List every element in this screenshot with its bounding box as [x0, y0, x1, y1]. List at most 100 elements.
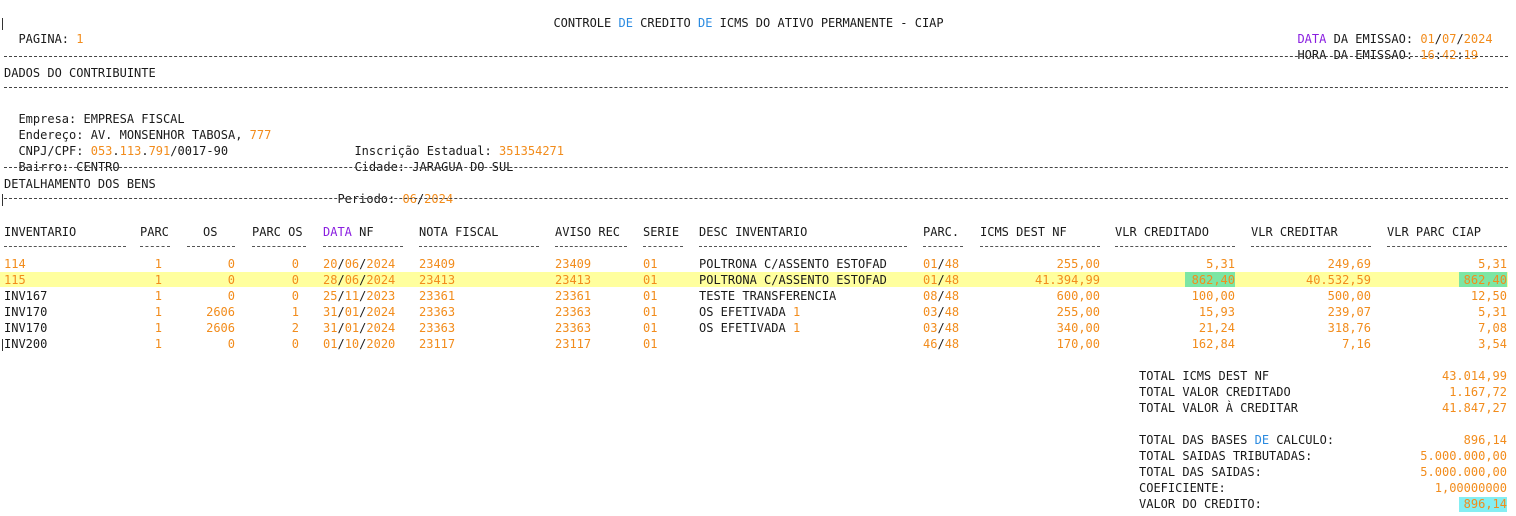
- cell-icms: 340,00: [1056, 321, 1100, 335]
- cell-creditar: 40.532,59: [1305, 273, 1371, 287]
- total-creditar-value: 41.847,27: [1441, 401, 1507, 415]
- total-creditado-label: TOTAL VALOR CREDITADO: [1139, 385, 1291, 399]
- cell-creditado: 21,24: [1198, 321, 1235, 335]
- col-header-nota-fiscal: NOTA FISCAL: [419, 225, 499, 239]
- cell-serie: 01: [643, 321, 658, 335]
- cell-inventario: 115: [4, 273, 26, 287]
- cell-parc-os: 0: [291, 273, 299, 287]
- cell-parc2: 08/48: [923, 289, 960, 303]
- col-header-parc2: PARC.: [923, 225, 960, 239]
- cell-serie: 01: [643, 273, 658, 287]
- cell-serie: 01: [643, 305, 658, 319]
- report-title: CONTROLE DE CREDITO DE ICMS DO ATIVO PER…: [553, 16, 944, 30]
- divider: [4, 167, 1508, 168]
- header-underline: [1387, 246, 1507, 247]
- header-underline: [252, 246, 306, 247]
- coef-value: 1,00000000: [1434, 481, 1507, 495]
- col-header-parc-os: PARC OS: [252, 225, 303, 239]
- cell-os: 0: [227, 273, 235, 287]
- col-header-creditado: VLR CREDITADO: [1115, 225, 1209, 239]
- divider: [4, 87, 1508, 88]
- saidas-value: 5.000.000,00: [1420, 465, 1507, 479]
- cell-creditar: 7,16: [1342, 337, 1371, 351]
- section-title-contributor: DADOS DO CONTRIBUINTE: [4, 66, 156, 80]
- cell-creditado: 862,40: [1191, 273, 1235, 287]
- cell-desc: OS EFETIVADA 1: [699, 321, 801, 335]
- cell-icms: 255,00: [1056, 257, 1100, 271]
- cell-serie: 01: [643, 289, 658, 303]
- cell-aviso-rec: 23117: [555, 337, 592, 351]
- divider: [4, 198, 1508, 199]
- bases-value: 896,14: [1463, 433, 1507, 447]
- cell-parc-os: 2: [291, 321, 299, 335]
- cell-inventario: INV170: [4, 321, 48, 335]
- cell-parc2: 01/48: [923, 273, 960, 287]
- cell-parc-os: 1: [291, 305, 299, 319]
- header-underline: [980, 246, 1100, 247]
- cell-creditar: 239,07: [1327, 305, 1371, 319]
- col-header-serie: SERIE: [643, 225, 680, 239]
- cell-aviso-rec: 23409: [555, 257, 592, 271]
- header-underline: [1115, 246, 1235, 247]
- page-indicator: PAGINA: 1: [18, 32, 84, 46]
- cell-data-nf: 01/10/2020: [323, 337, 396, 351]
- total-creditado-value: 1.167,72: [1449, 385, 1507, 399]
- cell-data-nf: 28/06/2024: [323, 273, 396, 287]
- cell-nota-fiscal: 23363: [419, 321, 456, 335]
- col-header-creditar: VLR CREDITAR: [1251, 225, 1338, 239]
- cell-parc2: 03/48: [923, 321, 960, 335]
- emission-time: HORA DA EMISSAO: 16:42:19: [1297, 48, 1479, 62]
- cell-icms: 600,00: [1056, 289, 1100, 303]
- cell-creditado: 15,93: [1198, 305, 1235, 319]
- text-cursor: [2, 339, 3, 351]
- header-underline: [699, 246, 907, 247]
- saidas-trib-value: 5.000.000,00: [1420, 449, 1507, 463]
- cell-aviso-rec: 23363: [555, 321, 592, 335]
- cell-nota-fiscal: 23409: [419, 257, 456, 271]
- header-underline: [419, 246, 539, 247]
- cell-parc-os: 0: [291, 257, 299, 271]
- header-underline: [4, 246, 126, 247]
- cell-aviso-rec: 23413: [555, 273, 592, 287]
- cell-nota-fiscal: 23413: [419, 273, 456, 287]
- cell-inventario: 114: [4, 257, 26, 271]
- cell-data-nf: 25/11/2023: [323, 289, 396, 303]
- cell-parc-ciap: 12,50: [1470, 289, 1507, 303]
- cell-serie: 01: [643, 257, 658, 271]
- header-underline: [323, 246, 403, 247]
- coef-label: COEFICIENTE:: [1139, 481, 1226, 495]
- cell-inventario: INV170: [4, 305, 48, 319]
- header-underline: [923, 246, 963, 247]
- cell-parc-os: 0: [291, 289, 299, 303]
- cell-nota-fiscal: 23363: [419, 305, 456, 319]
- col-header-inventario: INVENTARIO: [4, 225, 77, 239]
- cell-os: 2606: [206, 321, 235, 335]
- cell-os: 0: [227, 337, 235, 351]
- cell-parc: 1: [154, 337, 162, 351]
- cell-parc: 1: [154, 305, 162, 319]
- cell-desc: POLTRONA C/ASSENTO ESTOFAD: [699, 257, 887, 271]
- cell-nota-fiscal: 23117: [419, 337, 456, 351]
- cell-aviso-rec: 23361: [555, 289, 592, 303]
- saidas-trib-label: TOTAL SAIDAS TRIBUTADAS:: [1139, 449, 1313, 463]
- cell-parc: 1: [154, 289, 162, 303]
- cell-parc-ciap: 5,31: [1478, 305, 1507, 319]
- cell-aviso-rec: 23363: [555, 305, 592, 319]
- cell-inventario: INV167: [4, 289, 48, 303]
- cell-parc: 1: [154, 273, 162, 287]
- cell-icms: 41.394,99: [1034, 273, 1100, 287]
- cell-parc: 1: [154, 257, 162, 271]
- cell-parc-ciap: 862,40: [1463, 273, 1507, 287]
- cell-os: 0: [227, 289, 235, 303]
- cell-serie: 01: [643, 337, 658, 351]
- bairro-line: Bairro: CENTRO: [18, 160, 120, 174]
- col-header-parc-ciap: VLR PARC CIAP: [1387, 225, 1481, 239]
- text-cursor: [2, 194, 3, 206]
- cell-nota-fiscal: 23361: [419, 289, 456, 303]
- cell-parc-ciap: 5,31: [1478, 257, 1507, 271]
- col-header-icms: ICMS DEST NF: [980, 225, 1067, 239]
- cell-icms: 170,00: [1056, 337, 1100, 351]
- cell-creditado: 5,31: [1206, 257, 1235, 271]
- col-header-data-nf: DATA NF: [323, 225, 374, 239]
- col-header-os: OS: [203, 225, 218, 239]
